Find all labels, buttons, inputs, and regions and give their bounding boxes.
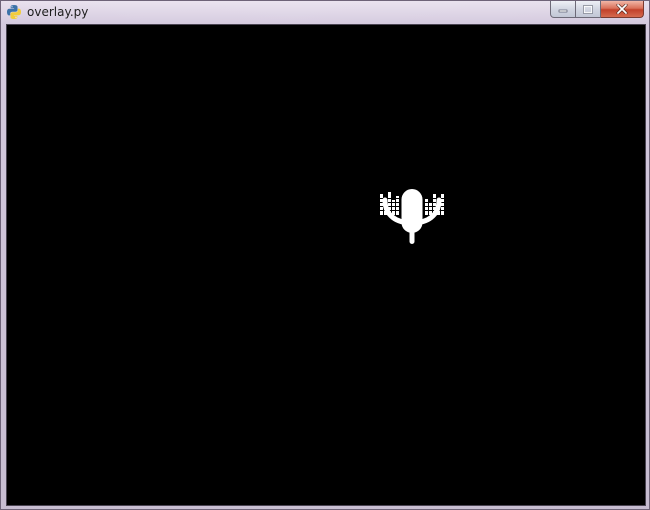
minimize-button[interactable] bbox=[550, 1, 576, 18]
microphone-icon bbox=[378, 187, 446, 244]
caption-buttons bbox=[550, 1, 644, 19]
overlay-canvas[interactable] bbox=[6, 24, 646, 506]
python-icon bbox=[7, 5, 21, 19]
maximize-icon bbox=[583, 4, 593, 14]
title-bar[interactable]: overlay.py bbox=[1, 1, 649, 23]
maximize-button[interactable] bbox=[576, 1, 601, 18]
close-icon bbox=[616, 4, 628, 14]
app-window: overlay.py bbox=[0, 0, 650, 510]
minimize-icon bbox=[558, 9, 568, 13]
window-title: overlay.py bbox=[27, 5, 89, 19]
close-button[interactable] bbox=[601, 1, 644, 18]
